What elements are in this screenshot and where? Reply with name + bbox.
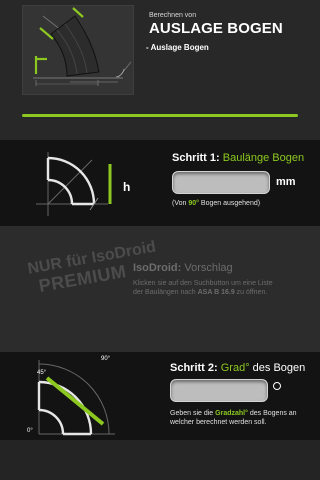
isodroid-title-bold: IsoDroid: xyxy=(133,262,182,274)
angle-90-label: 90° xyxy=(101,356,111,362)
isodroid-title-light: Vorschlag xyxy=(184,262,233,274)
angle-0-label: 0° xyxy=(27,428,33,434)
angle-45-label: 45° xyxy=(37,370,47,376)
step1-title: Schritt 1: Baulänge Bogen xyxy=(172,152,304,164)
isodroid-desc-after: zu öffnen. xyxy=(236,289,268,296)
length-input[interactable] xyxy=(172,171,270,194)
footer-spacer xyxy=(0,440,320,480)
elbow-illustration-graphic xyxy=(33,7,132,86)
angle-input[interactable] xyxy=(170,379,268,402)
step2-note: Geben sie die Gradzahl° des Bogens an we… xyxy=(170,409,320,427)
calculation-type-label: - Auslage Bogen xyxy=(146,43,209,52)
elbow-angle-diagram: 45° 90° 0° xyxy=(25,354,125,443)
elbow-illustration xyxy=(22,5,134,95)
step1-note-accent: 90° xyxy=(188,200,199,207)
height-label: h xyxy=(123,180,131,194)
step1-note-before: (Von xyxy=(172,200,187,207)
step2-title: Schritt 2: Grad° des Bogen xyxy=(170,362,305,374)
mm-unit-label: mm xyxy=(276,176,296,188)
header: Berechnen von AUSLAGE BOGEN - Auslage Bo… xyxy=(0,0,320,140)
step1-note: (Von 90° Bogen ausgehend) xyxy=(172,200,260,207)
header-divider xyxy=(22,114,298,117)
step1-title-prefix: Schritt 1: xyxy=(172,152,220,164)
isodroid-description: Klicken sie auf den Suchbutton um eine L… xyxy=(133,279,283,297)
isodroid-title: IsoDroid: Vorschlag xyxy=(133,262,233,274)
step1-note-after: Bogen ausgehend) xyxy=(200,200,261,207)
brand-subtitle: Berechnen von xyxy=(149,12,197,19)
step2-title-accent: Grad° xyxy=(220,362,250,374)
step1-title-accent: Baulänge Bogen xyxy=(222,152,305,164)
step2-note-before: Geben sie die xyxy=(170,410,214,417)
auslage-bogen-screen: Berechnen von AUSLAGE BOGEN - Auslage Bo… xyxy=(0,0,320,480)
step2-note-accent: Gradzahl° xyxy=(215,410,248,417)
isodroid-desc-standard: ASA B 16.9 xyxy=(197,289,235,296)
elbow-angle-graphic: 45° 90° 0° xyxy=(27,356,115,436)
step2-title-suffix: des Bogen xyxy=(252,362,306,374)
degree-icon xyxy=(273,382,281,390)
page-title: AUSLAGE BOGEN xyxy=(149,20,283,37)
step2-title-prefix: Schritt 2: xyxy=(170,362,218,374)
